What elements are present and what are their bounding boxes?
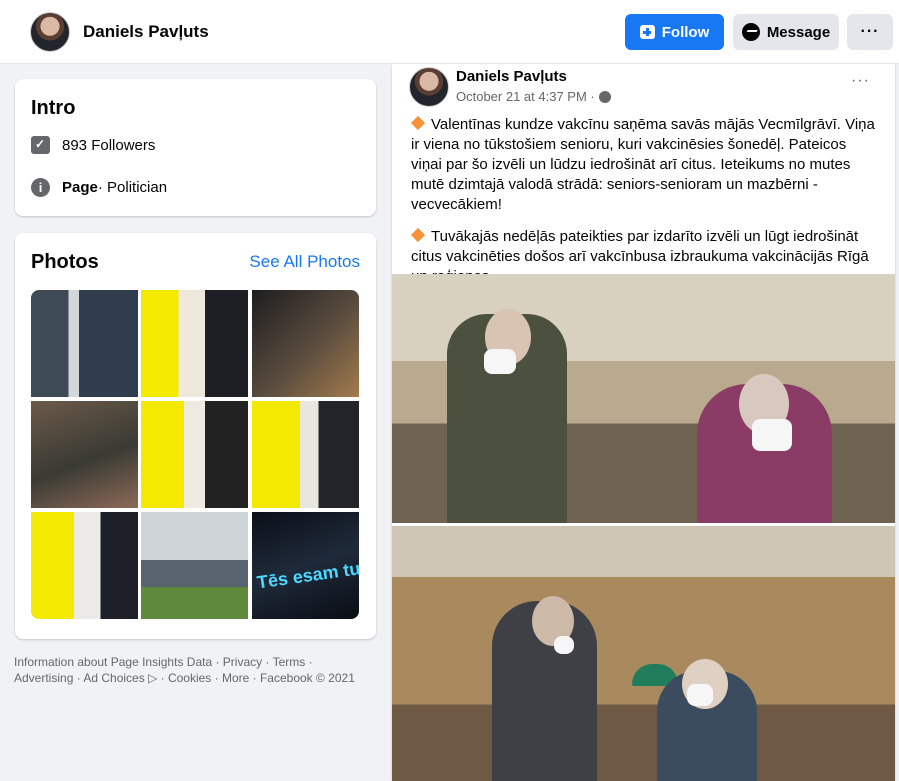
post-photo[interactable] [392, 274, 895, 523]
public-globe-icon [598, 90, 611, 103]
post-options-button[interactable]: ··· [851, 72, 870, 90]
post-date[interactable]: October 21 at 4:37 PM · [456, 89, 595, 104]
page-avatar[interactable] [30, 12, 70, 52]
more-icon: ··· [860, 23, 880, 40]
follow-button[interactable]: Follow [625, 14, 724, 50]
photo-thumbnail[interactable] [252, 401, 359, 508]
orange-diamond-icon [410, 227, 426, 243]
post-author-name[interactable]: Daniels Pavļuts [456, 68, 567, 85]
followers-count: 893 Followers [62, 136, 156, 154]
post-card: Daniels Pavļuts October 21 at 4:37 PM · … [392, 64, 895, 781]
intro-title: Intro [31, 97, 76, 119]
intro-card: Intro 893 Followers i Page · Politician [15, 79, 376, 216]
post-paragraph: Valentīnas kundze vakcīnu saņēma savās m… [410, 115, 875, 213]
photo-thumbnail[interactable] [31, 512, 138, 619]
post-author-avatar[interactable] [409, 67, 449, 107]
follow-icon [639, 25, 655, 39]
post-text: Valentīnas kundze vakcīnu saņēma savās m… [410, 115, 881, 299]
photo-thumbnail[interactable] [252, 290, 359, 397]
photo-thumbnail[interactable] [31, 290, 138, 397]
post-photo[interactable] [392, 526, 895, 781]
page-name[interactable]: Daniels Pavļuts [83, 22, 209, 42]
page-type-label: Page [62, 179, 98, 196]
more-options-button[interactable]: ··· [847, 14, 893, 50]
photos-card: Photos See All Photos Tēs esam tuvāk! Nā… [15, 233, 376, 639]
see-all-photos-link[interactable]: See All Photos [249, 252, 360, 272]
page-category: · Politician [97, 179, 168, 196]
photo-thumbnail[interactable] [31, 401, 138, 508]
page-footer-links[interactable]: Information about Page Insights Data · P… [14, 654, 374, 686]
follow-label: Follow [661, 23, 710, 41]
messenger-icon [741, 23, 760, 41]
message-button[interactable]: Message [733, 14, 839, 50]
photo-thumbnail[interactable]: Tēs esam tuvāk! Nāc vakcin [252, 512, 359, 619]
photo-thumbnail[interactable] [141, 290, 248, 397]
page-category-row: i Page · Politician [31, 178, 167, 197]
message-label: Message [766, 23, 831, 41]
orange-diamond-icon [410, 115, 426, 131]
page-header: Daniels Pavļuts Follow Message ··· [0, 0, 899, 64]
photo-overlay-text: Tēs esam tuvāk! Nāc vakcin [255, 539, 359, 593]
photo-thumbnail[interactable] [141, 401, 248, 508]
followers-icon [31, 136, 50, 154]
followers-row: 893 Followers [31, 136, 155, 154]
info-icon: i [31, 178, 50, 197]
photo-thumbnail[interactable] [141, 512, 248, 619]
photos-title: Photos [31, 251, 99, 273]
post-meta: October 21 at 4:37 PM · [456, 89, 611, 104]
